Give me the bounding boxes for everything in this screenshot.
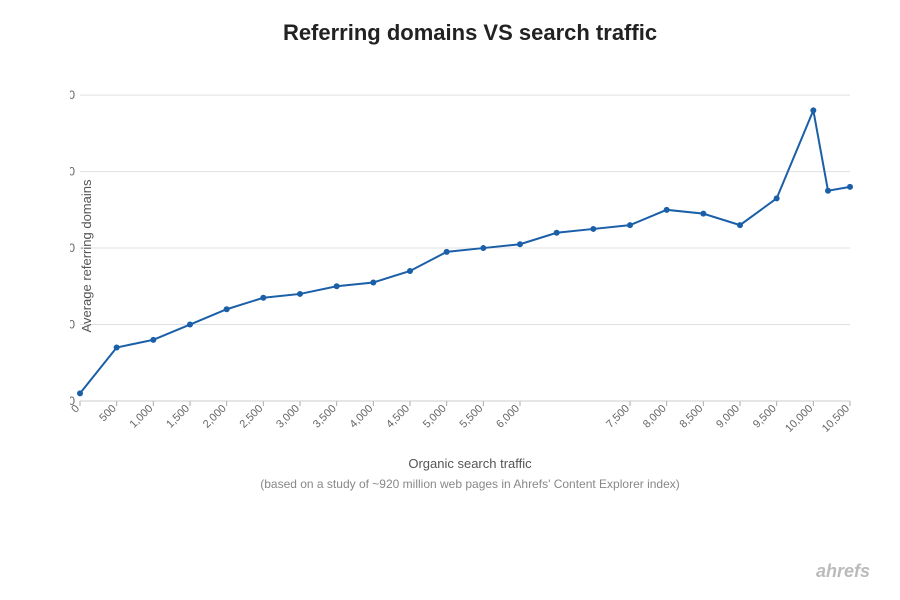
svg-text:9,000: 9,000 (714, 403, 742, 431)
svg-text:2,500: 2,500 (238, 403, 266, 431)
svg-text:4,000: 4,000 (348, 403, 376, 431)
svg-text:1,000: 1,000 (128, 403, 156, 431)
svg-text:60: 60 (70, 165, 75, 179)
brand-label: ahrefs (816, 561, 870, 582)
svg-text:6,000: 6,000 (494, 403, 522, 431)
svg-text:8,500: 8,500 (678, 403, 706, 431)
svg-text:500: 500 (97, 403, 118, 424)
chart-svg: 02040608005001,0001,5002,0002,5003,0003,… (70, 66, 870, 446)
x-axis-label: Organic search traffic (70, 456, 870, 471)
svg-text:20: 20 (70, 318, 75, 332)
svg-text:3,000: 3,000 (274, 403, 302, 431)
svg-text:40: 40 (70, 241, 75, 255)
svg-text:1,500: 1,500 (164, 403, 192, 431)
chart-title: Referring domains VS search traffic (70, 20, 870, 46)
svg-text:9,500: 9,500 (751, 403, 779, 431)
svg-text:80: 80 (70, 88, 75, 102)
footer-note: (based on a study of ~920 million web pa… (70, 477, 870, 491)
y-axis-label: Average referring domains (79, 180, 94, 333)
chart-area: Average referring domains 02040608005001… (70, 66, 870, 446)
svg-text:8,000: 8,000 (641, 403, 669, 431)
svg-text:10,000: 10,000 (783, 403, 815, 435)
svg-text:10,500: 10,500 (820, 403, 852, 435)
svg-text:5,000: 5,000 (421, 403, 449, 431)
svg-text:5,500: 5,500 (458, 403, 486, 431)
svg-text:7,500: 7,500 (604, 403, 632, 431)
svg-text:4,500: 4,500 (384, 403, 412, 431)
chart-container: Referring domains VS search traffic Aver… (0, 0, 900, 600)
svg-text:3,500: 3,500 (311, 403, 339, 431)
svg-text:2,000: 2,000 (201, 403, 229, 431)
